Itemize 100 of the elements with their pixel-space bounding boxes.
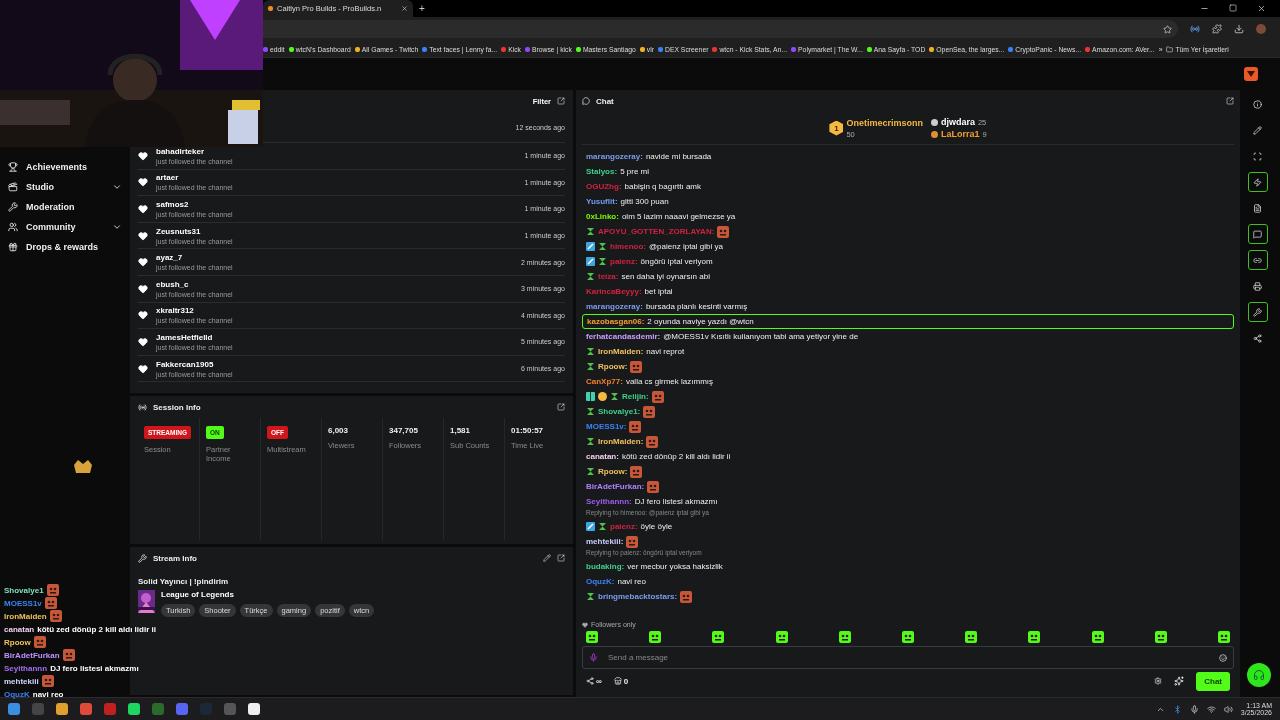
chat-username[interactable]: Rpoow:	[598, 467, 628, 476]
sidebar-item[interactable]: Achievements	[8, 157, 122, 177]
extensions-icon[interactable]	[1212, 24, 1222, 34]
link-button[interactable]	[1247, 250, 1268, 270]
new-tab-button[interactable]: +	[419, 3, 425, 14]
points-balance[interactable]: ∞	[586, 676, 602, 686]
leader-name: LaLorra1	[940, 129, 980, 139]
chat-username[interactable]: OquzK:	[586, 577, 615, 586]
chat-username[interactable]: marangozeray:	[586, 302, 643, 311]
follower-name: bahadirteker	[156, 146, 206, 156]
overlay-message: DJ fero listesi akmazmı	[50, 663, 139, 673]
chat-username[interactable]: CanXp77:	[586, 377, 623, 386]
overlay-username: BirAdetFurkan	[4, 650, 60, 660]
heart-icon	[138, 310, 148, 321]
info-icon	[1253, 99, 1262, 109]
category-name: League of Legends	[161, 590, 235, 599]
emote-icon	[1091, 631, 1104, 643]
download-icon[interactable]	[1234, 24, 1244, 34]
microphone-icon[interactable]	[1189, 704, 1199, 714]
edit-button[interactable]	[543, 554, 551, 562]
popout-button[interactable]	[557, 97, 565, 105]
chat-text: 5 pre mi	[620, 167, 650, 176]
emote-icon	[649, 631, 662, 643]
chat-text: öyle öyle	[640, 522, 673, 531]
broadcast-icon	[138, 402, 147, 412]
logo-icon[interactable]	[1244, 67, 1258, 81]
chat-username[interactable]: IronMaiden:	[598, 347, 644, 356]
sidebar-item[interactable]: Studio	[8, 177, 122, 197]
folder-icon	[1166, 45, 1174, 53]
chat-username[interactable]: marangozeray:	[586, 152, 643, 161]
close-icon[interactable]	[1257, 4, 1266, 13]
stat-value: 347,705	[389, 426, 419, 435]
follower-name: artaer	[156, 173, 180, 183]
bluetooth-icon[interactable]	[1172, 704, 1182, 714]
heart-icon	[138, 336, 148, 347]
chat-text: babişin q bagırttı amk	[624, 182, 702, 191]
maximize-icon[interactable]	[1229, 4, 1237, 12]
shop-count[interactable]: 0	[613, 676, 629, 686]
overlay-message: kötü zed dönüp 2 kill aldı lidir ii	[37, 624, 156, 634]
taskbar-app-icon[interactable]	[128, 703, 140, 715]
sidebar-item[interactable]: Community	[8, 217, 122, 237]
star-icon[interactable]	[1163, 24, 1172, 34]
chat-username[interactable]: ferhatcandasdemir:	[586, 332, 661, 341]
chat-username[interactable]: 0xLinko:	[586, 212, 619, 221]
network-icon[interactable]	[1206, 704, 1216, 714]
chat-username[interactable]: Yusuflit:	[586, 197, 618, 206]
doc-icon	[1253, 203, 1262, 213]
chat-username[interactable]: Reiijin:	[622, 392, 649, 401]
chat-username[interactable]: canatan:	[586, 452, 619, 461]
chat-username[interactable]: BirAdetFurkan:	[586, 482, 645, 491]
chat-username[interactable]: IronMaiden:	[598, 437, 644, 446]
close-tab-icon[interactable]	[401, 5, 408, 12]
link-icon	[1253, 255, 1262, 265]
chat-send-button[interactable]: Chat	[1196, 671, 1230, 691]
chat-username[interactable]: Seyithannn:	[586, 497, 632, 506]
overlay-username: mehtekiii	[4, 676, 39, 686]
emoji-icon[interactable]	[1219, 653, 1227, 662]
message-field[interactable]: Send a message	[582, 646, 1234, 669]
popout-button[interactable]	[557, 554, 565, 562]
wrench-button[interactable]	[1247, 302, 1268, 322]
overlay-message: navi reo	[32, 689, 64, 699]
chat-text: olm 5 lazim naaavi gelmezse ya	[621, 212, 736, 221]
settings-icon[interactable]	[1154, 677, 1163, 685]
chat-username[interactable]: kazobasgan06:	[587, 317, 645, 326]
follower-name: ayaz_7	[156, 253, 184, 263]
hourglass-badge-icon	[610, 392, 619, 401]
sword-badge-icon	[586, 257, 595, 266]
sidebar-item[interactable]: Moderation	[8, 197, 122, 217]
message-input[interactable]: Send a message	[606, 652, 1211, 663]
popout-button[interactable]	[1226, 97, 1234, 105]
chat-text: DJ fero listesi akmazmı	[634, 497, 718, 506]
sidebar-item[interactable]: Drops & rewards	[8, 237, 122, 257]
chat-username[interactable]: mehtekiii:	[586, 537, 624, 546]
cast-icon[interactable]	[1190, 24, 1200, 34]
chat-username[interactable]: Stalyos:	[586, 167, 618, 176]
store-icon	[613, 677, 622, 685]
stream-title: Solid Yayıncı | !pindirim	[138, 577, 230, 586]
nodes-icon	[1253, 333, 1262, 343]
volume-icon[interactable]	[1223, 704, 1233, 714]
popout-button[interactable]	[557, 403, 565, 411]
bolt-button[interactable]	[1247, 172, 1268, 192]
taskbar-app-icon[interactable]	[248, 703, 260, 715]
chat-username[interactable]: MOESS1v:	[586, 422, 627, 431]
points-icon	[586, 677, 594, 685]
sparkle-icon[interactable]	[1174, 676, 1185, 686]
chat-text: navi reprot	[646, 347, 685, 356]
chevron-icon	[112, 182, 122, 192]
chat-username[interactable]: Rpoow:	[598, 362, 628, 371]
leader-name: djwdara	[940, 117, 975, 127]
chat-username[interactable]: bringmebacktostars:	[598, 592, 678, 601]
chat-button[interactable]	[1247, 224, 1268, 244]
emote-icon	[838, 631, 851, 643]
chat-username[interactable]: Shovalye1:	[598, 407, 641, 416]
chat-text: 2 oyunda naviye yazdı @wtcn	[647, 317, 754, 326]
taskbar-app-icon[interactable]	[56, 703, 68, 715]
taskbar-app-icon[interactable]	[8, 703, 20, 715]
coin-badge-icon	[598, 392, 607, 401]
microphone-icon[interactable]	[589, 653, 598, 662]
chat-icon	[582, 97, 590, 105]
chat-username[interactable]: budaking:	[586, 562, 625, 571]
